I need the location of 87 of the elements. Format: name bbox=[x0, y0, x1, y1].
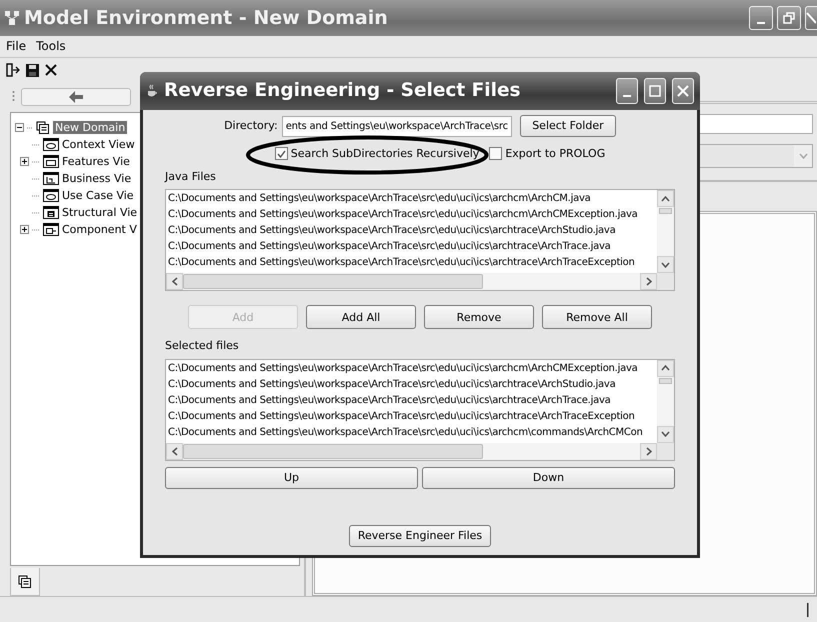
maximize-icon bbox=[649, 85, 661, 97]
tree-item[interactable]: Use Case Vie bbox=[62, 188, 134, 202]
close-button[interactable] bbox=[672, 78, 694, 104]
domain-icon bbox=[18, 574, 32, 588]
minimize-button[interactable] bbox=[749, 6, 773, 30]
line-connector bbox=[32, 212, 40, 214]
delete-icon[interactable] bbox=[45, 64, 57, 76]
scroll-up-button[interactable] bbox=[657, 190, 674, 208]
menu-item[interactable]: Tools bbox=[36, 39, 66, 54]
scroll-down-button[interactable] bbox=[657, 426, 674, 443]
restore-button[interactable] bbox=[777, 6, 801, 30]
list-item[interactable]: C:\Documents and Settings\eu\workspace\ArchTrace\src\edu\uci\ics\archcm\ArchCM.java bbox=[168, 191, 657, 208]
close-icon bbox=[806, 12, 816, 24]
back-button[interactable] bbox=[21, 88, 131, 106]
scrollbar-thumb[interactable] bbox=[659, 378, 672, 384]
expand-icon[interactable] bbox=[20, 225, 29, 234]
menu-item[interactable]: File bbox=[6, 39, 26, 54]
caret-icon bbox=[798, 153, 808, 159]
scroll-left-button[interactable] bbox=[166, 273, 183, 290]
minimize-icon bbox=[757, 22, 765, 24]
select-folder-button[interactable]: Select Folder bbox=[520, 115, 616, 137]
scrollbar-corner bbox=[657, 273, 674, 290]
window-title: Model Environment - New Domain bbox=[24, 6, 388, 30]
line-connector bbox=[32, 160, 40, 162]
maximize-button[interactable] bbox=[644, 78, 666, 104]
move-down-button[interactable]: Down bbox=[422, 466, 675, 489]
action-button[interactable]: Add All bbox=[306, 305, 416, 330]
scrollbar-thumb[interactable] bbox=[183, 444, 483, 459]
list-item[interactable]: C:\Documents and Settings\eu\workspace\ArchTrace\src\edu\uci\ics\archtrace\ArchTrace.java bbox=[168, 239, 657, 256]
vertical-scrollbar[interactable] bbox=[657, 190, 674, 274]
list-item[interactable]: C:\Documents and Settings\eu\workspace\ArchTrace\src\edu\uci\ics\archtrace\ArchStudio.java bbox=[168, 223, 657, 240]
collapse-icon[interactable] bbox=[15, 123, 24, 132]
minimize-button[interactable] bbox=[616, 78, 638, 104]
close-icon bbox=[677, 85, 689, 97]
line-connector bbox=[27, 126, 33, 128]
list-item[interactable]: C:\Documents and Settings\eu\workspace\ArchTrace\src\edu\uci\ics\archtrace\ArchStudio.java bbox=[168, 376, 657, 393]
toolbar-grip-icon bbox=[12, 90, 15, 104]
tree-item[interactable]: New Domain bbox=[53, 120, 128, 134]
list-item[interactable]: C:\Documents and Settings\eu\workspace\ArchTrace\src\edu\uci\ics\archcm\ArchCMException.java bbox=[168, 360, 657, 377]
scrollbar-thumb[interactable] bbox=[183, 274, 483, 290]
exit-door-icon[interactable] bbox=[6, 63, 20, 77]
horizontal-scrollbar[interactable] bbox=[166, 273, 657, 290]
checkbox[interactable]: Export to PROLOG bbox=[489, 147, 606, 160]
directory-label: Directory: bbox=[224, 119, 278, 133]
action-button[interactable]: Remove bbox=[424, 305, 534, 330]
list-item[interactable]: C:\Documents and Settings\eu\workspace\ArchTrace\src\edu\uci\ics\archcm\commands\ArchCMCon bbox=[168, 424, 657, 441]
section-label: Selected files bbox=[165, 339, 240, 353]
restore-icon bbox=[783, 12, 795, 24]
horizontal-scrollbar[interactable] bbox=[166, 442, 657, 460]
section-label: Java Files bbox=[165, 170, 217, 184]
tree-tab[interactable] bbox=[10, 568, 40, 596]
minimize-icon bbox=[623, 95, 631, 97]
line-connector bbox=[32, 178, 40, 180]
line-connector bbox=[32, 228, 40, 230]
scroll-down-button[interactable] bbox=[657, 256, 674, 274]
list-item[interactable]: C:\Documents and Settings\eu\workspace\ArchTrace\src\edu\uci\ics\archtrace\ArchTraceException bbox=[168, 255, 657, 272]
tree-item[interactable]: Structural Vie bbox=[62, 206, 138, 220]
directory-field[interactable]: ents and Settings\eu\workspace\ArchTrace\src bbox=[282, 116, 512, 136]
back-arrow-icon bbox=[69, 91, 83, 103]
expand-icon[interactable] bbox=[20, 157, 29, 166]
tree-item[interactable]: Context View bbox=[62, 138, 135, 152]
domain-icon bbox=[36, 120, 50, 134]
scrollbar-thumb[interactable] bbox=[659, 208, 672, 214]
tree-item[interactable]: Business Vie bbox=[62, 172, 132, 186]
dialog-title: Reverse Engineering - Select Files bbox=[164, 80, 522, 102]
java-cup-icon bbox=[146, 84, 158, 98]
scroll-left-button[interactable] bbox=[166, 442, 183, 460]
line-connector bbox=[32, 144, 40, 146]
action-button[interactable]: Remove All bbox=[542, 305, 652, 330]
check-icon bbox=[276, 150, 286, 158]
scroll-right-button[interactable] bbox=[640, 442, 657, 460]
save-icon[interactable] bbox=[26, 64, 39, 76]
line-connector bbox=[32, 194, 40, 196]
list-item[interactable]: C:\Documents and Settings\eu\workspace\ArchTrace\src\edu\uci\ics\archtrace\ArchTraceException bbox=[168, 408, 657, 425]
scroll-right-button[interactable] bbox=[640, 273, 657, 290]
scroll-up-button[interactable] bbox=[657, 360, 674, 377]
tree-item[interactable]: Features Vie bbox=[62, 154, 130, 168]
close-button[interactable] bbox=[805, 6, 817, 30]
scrollbar-corner bbox=[657, 442, 674, 460]
tree-item[interactable]: Component V bbox=[62, 222, 137, 236]
vertical-scrollbar[interactable] bbox=[657, 360, 674, 443]
move-up-button[interactable]: Up bbox=[165, 466, 418, 489]
status-separator-icon bbox=[807, 602, 809, 616]
reverse-engineer-button[interactable]: Reverse Engineer Files bbox=[349, 525, 491, 547]
list-item[interactable]: C:\Documents and Settings\eu\workspace\ArchTrace\src\edu\uci\ics\archtrace\ArchTrace.java bbox=[168, 392, 657, 409]
app-icon bbox=[4, 10, 20, 26]
list-item[interactable]: C:\Documents and Settings\eu\workspace\ArchTrace\src\edu\uci\ics\archcm\ArchCMException.java bbox=[168, 207, 657, 224]
